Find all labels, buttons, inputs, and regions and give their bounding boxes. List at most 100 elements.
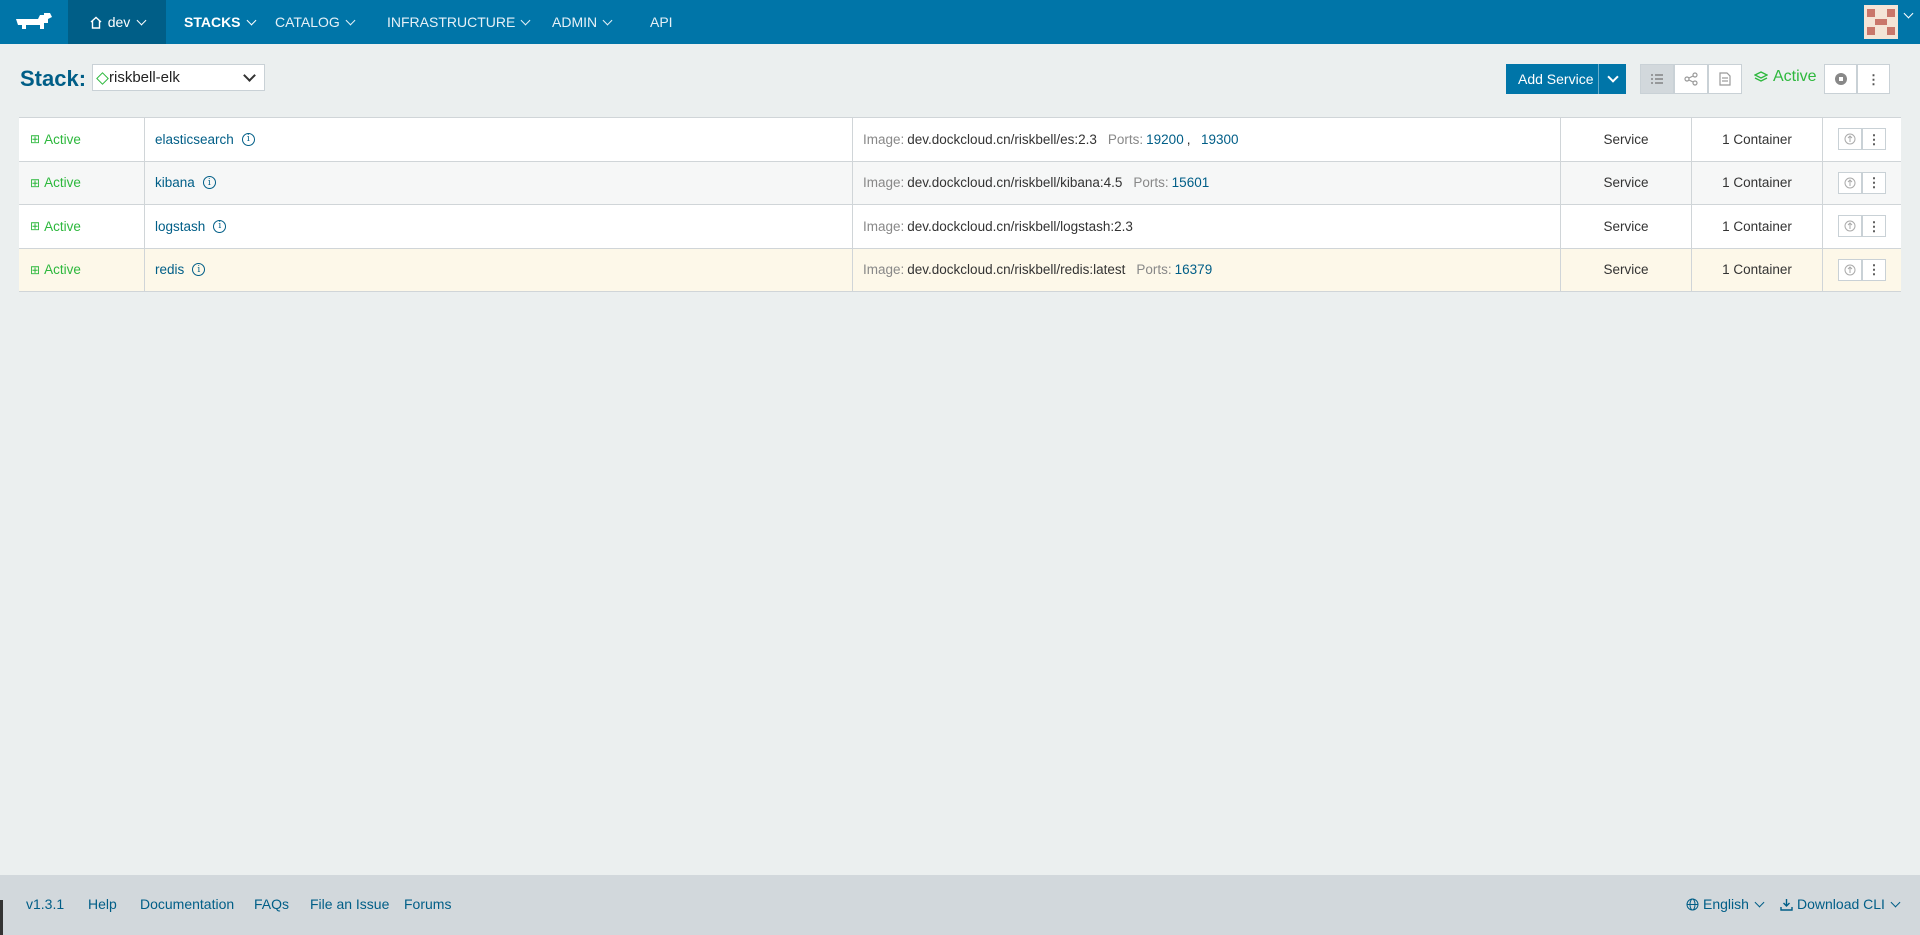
service-name-link[interactable]: kibana	[155, 175, 195, 190]
stack-stop-button[interactable]	[1824, 64, 1857, 94]
upgrade-button[interactable]	[1838, 215, 1862, 238]
download-cli-button[interactable]: Download CLI	[1780, 896, 1901, 912]
upgrade-button[interactable]	[1838, 258, 1862, 281]
nav-stacks[interactable]: STACKS	[184, 0, 256, 44]
stack-status-label: Active	[1773, 68, 1817, 85]
image-label: Image:	[863, 218, 905, 234]
port-link[interactable]: 15601	[1172, 175, 1210, 190]
stack-status: Active	[1754, 68, 1817, 86]
download-icon	[1780, 898, 1793, 911]
file-icon	[1719, 72, 1731, 86]
name-cell: logstash i	[145, 205, 853, 248]
footer-link-documentation[interactable]: Documentation	[140, 896, 234, 912]
rancher-cow-icon	[16, 13, 52, 29]
image-cell: Image: dev.dockcloud.cn/riskbell/kibana:…	[853, 161, 1561, 204]
version-link[interactable]: v1.3.1	[26, 896, 64, 912]
graph-view-button[interactable]	[1674, 64, 1708, 94]
stack-icon	[96, 72, 109, 85]
share-graph-icon	[1684, 72, 1698, 86]
status-cell: ⊞ Active	[19, 118, 145, 161]
row-more-button[interactable]: ⋮	[1862, 258, 1886, 281]
footer-link-faqs[interactable]: FAQs	[254, 896, 289, 912]
name-cell: redis i	[145, 248, 853, 291]
chevron-down-icon	[1754, 897, 1765, 907]
info-icon[interactable]: i	[202, 176, 216, 190]
language-label: English	[1703, 896, 1749, 912]
image-label: Image:	[863, 262, 905, 278]
status-label: Active	[44, 175, 81, 191]
user-avatar[interactable]	[1864, 5, 1898, 39]
info-icon[interactable]: i	[213, 219, 227, 233]
chevron-down-icon	[520, 15, 531, 25]
stack-actions: ⋮	[1824, 64, 1890, 94]
environment-switcher[interactable]: dev	[68, 0, 166, 44]
status-cell: ⊞ Active	[19, 161, 145, 204]
row-actions: ⋮	[1823, 118, 1901, 161]
service-name-link[interactable]: redis	[155, 262, 184, 277]
chevron-down-icon[interactable]	[1903, 8, 1914, 19]
stack-more-button[interactable]: ⋮	[1857, 64, 1890, 94]
stack-select[interactable]: riskbell-elk	[92, 64, 265, 91]
row-more-button[interactable]: ⋮	[1862, 171, 1886, 194]
footer-link-file-issue[interactable]: File an Issue	[310, 896, 389, 912]
status-label: Active	[44, 218, 81, 234]
add-service-dropdown[interactable]	[1599, 71, 1626, 83]
rancher-logo[interactable]	[0, 0, 68, 44]
service-icon: ⊞	[30, 175, 41, 190]
port-link[interactable]: 19300	[1201, 132, 1239, 147]
row-more-button[interactable]: ⋮	[1862, 215, 1886, 238]
ports-label: Ports:	[1107, 131, 1144, 147]
list-view-button[interactable]	[1640, 64, 1674, 94]
footer-link-help[interactable]: Help	[88, 896, 117, 912]
image-cell: Image: dev.dockcloud.cn/riskbell/logstas…	[853, 205, 1561, 248]
add-service-button[interactable]: Add Service	[1506, 64, 1626, 94]
top-navbar: dev STACKS CATALOG INFRASTRUCTURE ADMIN …	[0, 0, 1920, 44]
image-value: dev.dockcloud.cn/riskbell/es:2.3	[907, 131, 1097, 147]
nav-infrastructure[interactable]: INFRASTRUCTURE	[387, 0, 531, 44]
row-actions: ⋮	[1823, 162, 1901, 205]
services-table: ⊞ Active elasticsearch i Image: dev.dock…	[19, 117, 1901, 292]
footer: v1.3.1 Help Documentation FAQs File an I…	[0, 875, 1920, 935]
kind-cell: Service	[1561, 118, 1692, 161]
chevron-down-icon	[345, 15, 356, 25]
service-name-link[interactable]: logstash	[155, 219, 205, 234]
upgrade-button[interactable]	[1838, 171, 1862, 194]
ports-label: Ports:	[1136, 262, 1172, 278]
nav-catalog[interactable]: CATALOG	[275, 0, 356, 44]
stack-label: Stack:	[20, 66, 87, 91]
service-icon: ⊞	[30, 219, 41, 234]
info-icon[interactable]: i	[192, 263, 206, 277]
row-actions: ⋮	[1823, 249, 1901, 292]
avatar-icon	[1864, 5, 1898, 39]
ports-label: Ports:	[1133, 175, 1169, 191]
port-link[interactable]: 19200	[1146, 132, 1184, 147]
kind-cell: Service	[1561, 161, 1692, 204]
table-row: ⊞ Active redis i Image: dev.dockcloud.cn…	[19, 248, 1901, 292]
scale-cell: 1 Container	[1692, 205, 1823, 248]
nav-admin[interactable]: ADMIN	[552, 0, 613, 44]
name-cell: kibana i	[145, 161, 853, 204]
service-icon: ⊞	[30, 132, 41, 147]
chevron-down-icon	[136, 15, 147, 25]
upgrade-button[interactable]	[1838, 128, 1862, 151]
kebab-menu-icon: ⋮	[1867, 131, 1881, 147]
footer-link-forums[interactable]: Forums	[404, 896, 451, 912]
window-edge	[0, 900, 3, 935]
scale-cell: 1 Container	[1692, 161, 1823, 204]
service-name-link[interactable]: elasticsearch	[155, 132, 234, 147]
language-selector[interactable]: English	[1686, 896, 1765, 912]
row-more-button[interactable]: ⋮	[1862, 128, 1886, 151]
nav-api[interactable]: API	[650, 0, 673, 44]
info-icon[interactable]: i	[241, 132, 255, 146]
kebab-menu-icon: ⋮	[1867, 218, 1881, 234]
port-link[interactable]: 16379	[1175, 262, 1213, 277]
stop-circle-icon	[1834, 73, 1847, 85]
compose-view-button[interactable]	[1708, 64, 1742, 94]
image-value: dev.dockcloud.cn/riskbell/redis:latest	[907, 262, 1126, 278]
kind-cell: Service	[1561, 248, 1692, 291]
image-value: dev.dockcloud.cn/riskbell/logstash:2.3	[907, 218, 1133, 234]
table-row: ⊞ Active elasticsearch i Image: dev.dock…	[19, 118, 1901, 162]
chevron-down-icon	[602, 15, 613, 25]
layers-icon	[1754, 70, 1768, 82]
image-cell: Image: dev.dockcloud.cn/riskbell/es:2.3 …	[853, 118, 1561, 161]
